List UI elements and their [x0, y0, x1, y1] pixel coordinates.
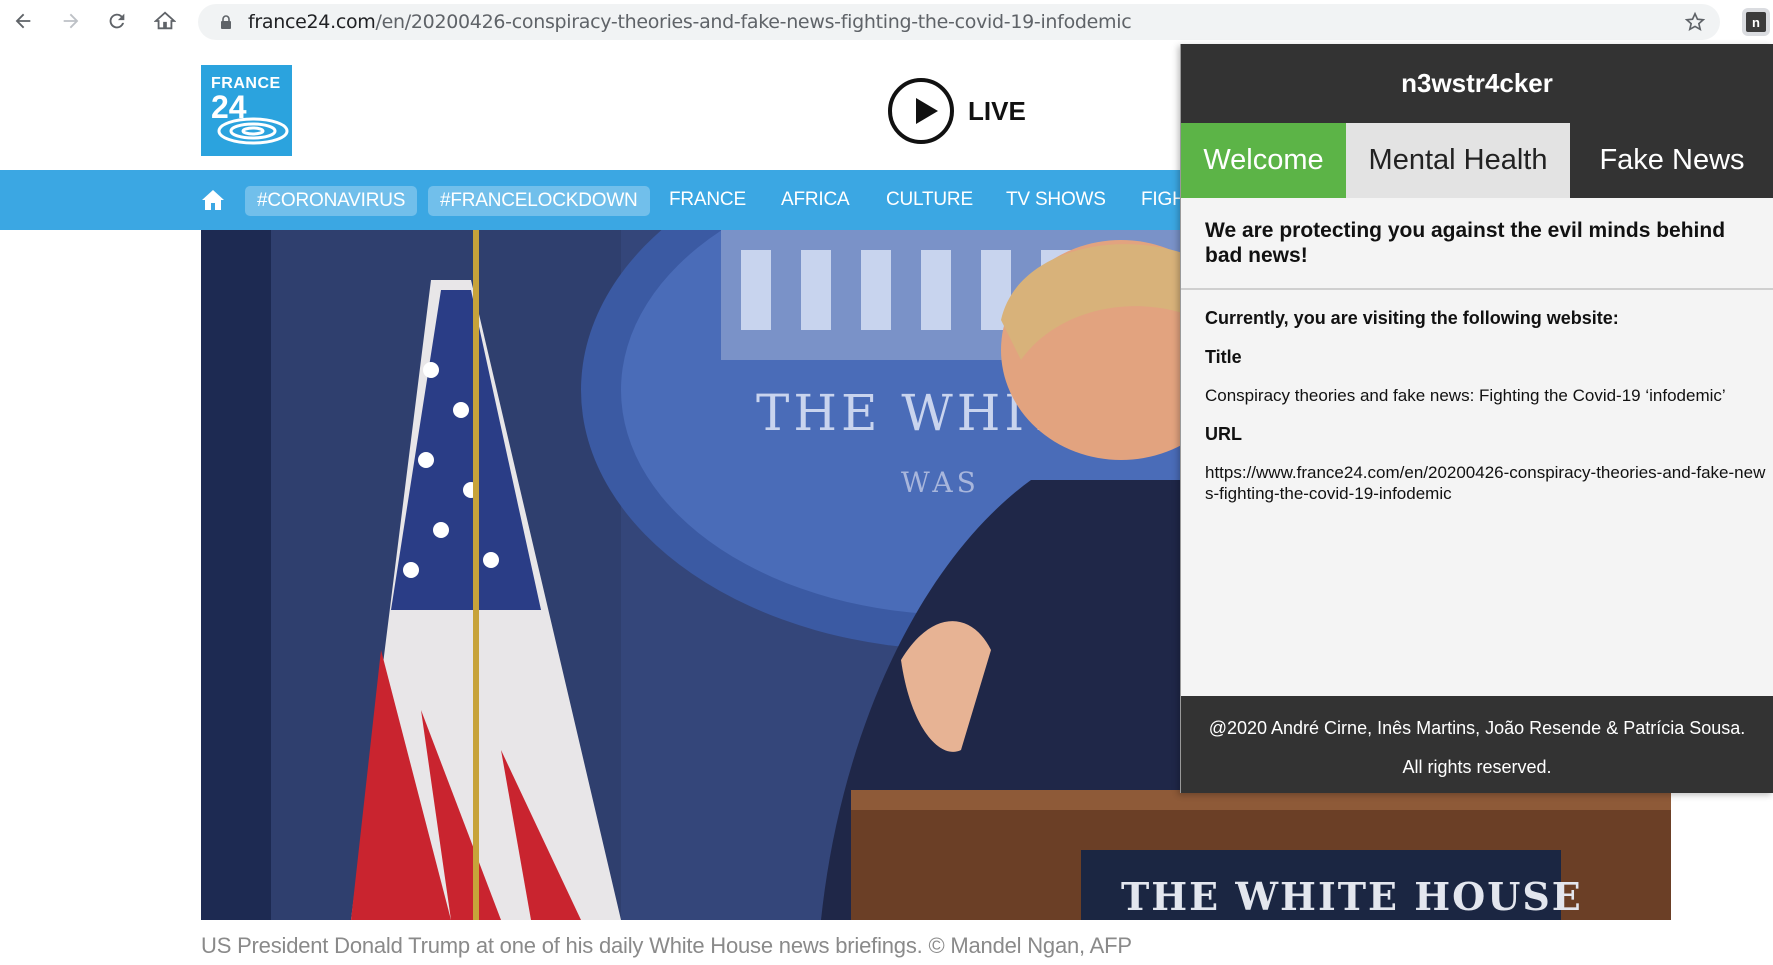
image-caption: US President Donald Trump at one of his … — [201, 933, 1132, 958]
browser-toolbar: france24.com/en/20200426-conspiracy-theo… — [0, 0, 1773, 42]
url-value: https://www.france24.com/en/20200426-con… — [1205, 463, 1766, 503]
extension-button[interactable]: n — [1742, 8, 1770, 36]
extension-icon: n — [1746, 12, 1766, 32]
france24-logo[interactable]: FRANCE 24 — [201, 65, 292, 156]
image-text-top-2: WAS — [901, 466, 980, 499]
tab-mental-health[interactable]: Mental Health — [1346, 123, 1570, 198]
live-label: LIVE — [968, 95, 1026, 126]
arrow-right-icon — [63, 13, 79, 29]
tab-fake-news[interactable]: Fake News — [1570, 123, 1773, 198]
reload-button[interactable] — [104, 8, 130, 34]
nav-france[interactable]: FRANCE — [669, 170, 746, 230]
forward-button[interactable] — [58, 8, 84, 34]
title-value: Conspiracy theories and fake news: Fight… — [1205, 386, 1726, 405]
nav-tag-francelockdown[interactable]: #FRANCELOCKDOWN — [428, 186, 650, 216]
url-text[interactable]: france24.com/en/20200426-conspiracy-theo… — [248, 4, 1132, 40]
home-icon[interactable] — [201, 188, 225, 212]
url-path: /en/20200426-conspiracy-theories-and-fak… — [375, 11, 1132, 33]
nav-tag-coronavirus[interactable]: #CORONAVIRUS — [245, 186, 418, 216]
popup-title: n3wstr4cker — [1181, 44, 1773, 123]
arrow-left-icon — [15, 13, 31, 29]
nav-fight[interactable]: FIGH — [1141, 170, 1186, 230]
tab-welcome[interactable]: Welcome — [1181, 123, 1346, 198]
logo-waves-icon — [217, 117, 289, 145]
title-label: Title — [1205, 347, 1242, 367]
popup-tagline: We are protecting you against the evil m… — [1205, 219, 1726, 267]
play-icon — [888, 78, 954, 144]
footer-rights: All rights reserved. — [1402, 757, 1552, 777]
lock-icon — [221, 15, 231, 29]
popup-tabs: Welcome Mental Health Fake News — [1181, 123, 1773, 198]
popup-divider — [1181, 288, 1773, 290]
live-button[interactable]: LIVE — [888, 77, 1026, 145]
back-button[interactable] — [10, 8, 36, 34]
home-outline-icon — [154, 11, 176, 30]
visiting-heading: Currently, you are visiting the followin… — [1205, 308, 1619, 328]
footer-credits: @2020 André Cirne, Inês Martins, João Re… — [1208, 718, 1746, 738]
url-host: france24.com — [248, 11, 376, 33]
bookmark-star-icon[interactable] — [1684, 11, 1706, 33]
url-label: URL — [1205, 424, 1242, 444]
address-bar[interactable]: france24.com/en/20200426-conspiracy-theo… — [198, 4, 1720, 40]
home-button[interactable] — [152, 8, 178, 34]
popup-footer: @2020 André Cirne, Inês Martins, João Re… — [1181, 696, 1773, 793]
reload-icon — [109, 13, 125, 29]
nav-culture[interactable]: CULTURE — [886, 170, 973, 230]
nav-tv-shows[interactable]: TV SHOWS — [1006, 170, 1106, 230]
image-text-bottom: THE WHITE HOUSE — [1121, 874, 1583, 919]
extension-popup: n3wstr4cker Welcome Mental Health Fake N… — [1180, 44, 1773, 793]
nav-africa[interactable]: AFRICA — [781, 170, 850, 230]
